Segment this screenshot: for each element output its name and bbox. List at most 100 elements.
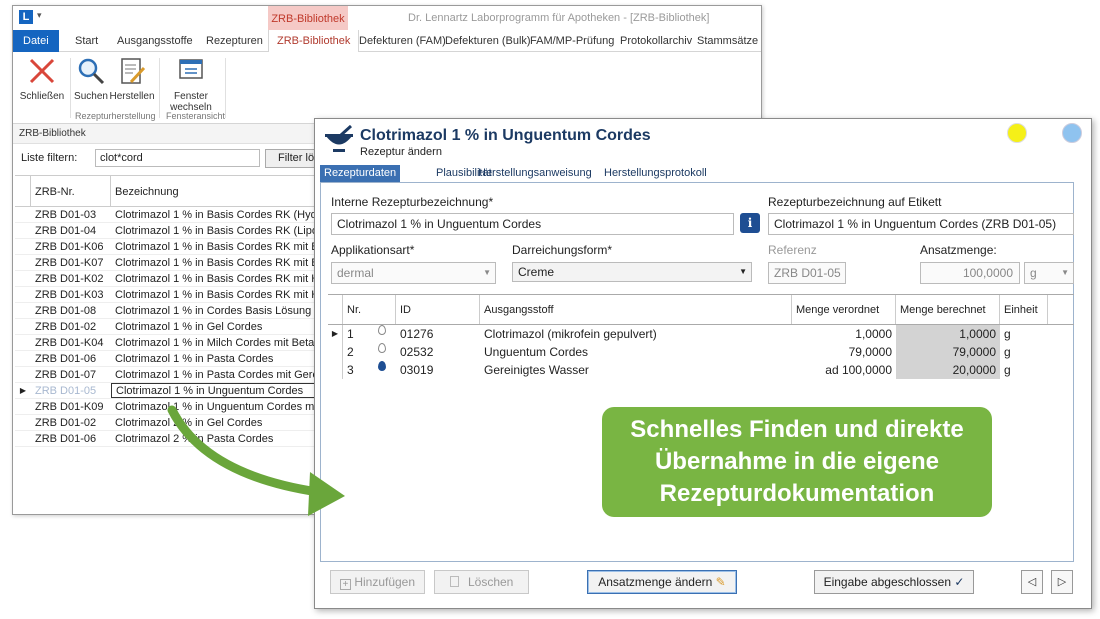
tab-datei[interactable]: Datei <box>13 30 59 52</box>
table-row[interactable]: ZRB D01-06 Clotrimazol 1 % in Pasta Corde… <box>15 351 315 367</box>
ingredient-row[interactable]: ▶ 1 01276 Clotrimazol (mikrofein gepulvert)… <box>328 325 1074 343</box>
tab-herstellungsanweisung[interactable]: Herstellungsanweisung <box>474 165 596 182</box>
search-button-label: Suchen <box>74 91 108 102</box>
table-row[interactable]: ZRB D01-K03 Clotrimazol 1 % in Basis Cord… <box>15 287 315 303</box>
tab-herstellungsprotokoll[interactable]: Herstellungsprotokoll <box>600 165 711 182</box>
menge-verordnet-cell: ad 100,0000 <box>825 363 892 377</box>
status-indicator-yellow[interactable] <box>1007 123 1027 143</box>
interne-bezeichnung-field[interactable]: Clotrimazol 1 % in Unguentum Cordes <box>331 213 734 235</box>
zrb-nr-cell: ZRB D01-K09 <box>35 401 104 413</box>
window-title: Dr. Lennartz Laborprogramm für Apotheken… <box>408 12 710 24</box>
table-row[interactable]: ZRB D01-02 Clotrimazol 2 % in Gel Cordes <box>15 415 315 431</box>
column-header-menge-berechnet[interactable]: Menge berechnet <box>896 295 1000 324</box>
table-row[interactable]: ZRB D01-K09 Clotrimazol 1 % in Unguentum … <box>15 399 315 415</box>
tab-rezepturdaten[interactable]: Rezepturdaten <box>320 165 401 182</box>
delete-button-label: Löschen <box>467 575 514 589</box>
zrb-table-body: ZRB D01-03 Clotrimazol 1 % in Basis Corde… <box>15 207 315 447</box>
plus-icon: + <box>339 579 351 590</box>
feature-callout: Schnelles Finden und direkte Übernahme i… <box>602 407 992 517</box>
change-amount-button[interactable]: Ansatzmenge ändern ✎ <box>587 570 737 594</box>
drop-outline-icon <box>378 325 386 335</box>
table-row[interactable]: ZRB D01-K04 Clotrimazol 1 % in Milch Cord… <box>15 335 315 351</box>
previous-button[interactable]: ◁ <box>1021 570 1043 594</box>
callout-line-2: Übernahme in die eigene <box>654 448 940 475</box>
nr-cell: 3 <box>343 361 396 379</box>
table-row[interactable]: ZRB D01-K06 Clotrimazol 1 % in Basis Cord… <box>15 239 315 255</box>
applikationsart-select[interactable]: dermal ▼ <box>331 262 496 284</box>
next-button[interactable]: ▷ <box>1051 570 1073 594</box>
switch-window-button[interactable]: Fenster wechseln <box>163 56 219 113</box>
chevron-down-icon: ▼ <box>739 267 747 276</box>
bezeichnung-cell: Clotrimazol 1 % in Pasta Cordes <box>115 353 274 365</box>
table-row[interactable]: ▶ ZRB D01-05 Clotrimazol 1 % in Unguentum … <box>15 383 315 399</box>
tab-zrb-bibliothek[interactable]: ZRB-Bibliothek <box>268 30 360 53</box>
tab-rezepturen[interactable]: Rezepturen <box>206 30 263 52</box>
add-button[interactable]: + Hinzufügen <box>330 570 425 594</box>
app-logo-icon: L <box>19 10 33 24</box>
bezeichnung-cell: Clotrimazol 1 % in Unguentum Cordes <box>111 383 315 398</box>
label-etikett: Rezepturbezeichnung auf Etikett <box>768 195 942 209</box>
delete-button[interactable]: Löschen <box>434 570 529 594</box>
bezeichnung-cell: Clotrimazol 1 % in Basis Cordes RK (Lipo… <box>115 225 315 237</box>
tab-stammsaetze[interactable]: Stammsätze <box>697 30 758 52</box>
zrb-nr-cell: ZRB D01-K06 <box>35 241 104 253</box>
bezeichnung-cell: Clotrimazol 1 % in Gel Cordes <box>115 321 263 333</box>
callout-line-1: Schnelles Finden und direkte <box>630 416 964 443</box>
table-row[interactable]: ZRB D01-04 Clotrimazol 1 % in Basis Corde… <box>15 223 315 239</box>
tab-fam-mp-pruefung[interactable]: FAM/MP-Prüfung <box>530 30 614 52</box>
column-header-id[interactable]: ID <box>396 295 480 324</box>
ingredients-grid-body: ▶ 1 01276 Clotrimazol (mikrofein gepulvert)… <box>328 325 1074 379</box>
close-icon <box>29 58 55 84</box>
table-row[interactable]: ZRB D01-02 Clotrimazol 1 % in Gel Cordes <box>15 319 315 335</box>
tab-ausgangsstoffe[interactable]: Ausgangsstoffe <box>117 30 193 52</box>
etikett-field[interactable]: Clotrimazol 1 % in Unguentum Cordes (ZRB… <box>768 213 1074 235</box>
tab-defekturen-fam[interactable]: Defekturen (FAM) <box>359 30 446 52</box>
done-button[interactable]: Eingabe abgeschlossen ✓ <box>814 570 974 594</box>
table-row[interactable]: ZRB D01-K07 Clotrimazol 1 % in Basis Cord… <box>15 255 315 271</box>
tab-protokollarchiv[interactable]: Protokollarchiv <box>620 30 692 52</box>
info-icon[interactable]: i <box>740 213 760 233</box>
row-marker <box>328 361 343 379</box>
zrb-nr-cell: ZRB D01-03 <box>35 209 97 221</box>
label-ansatzmenge: Ansatzmenge: <box>920 243 997 257</box>
ingredient-row[interactable]: 3 03019 Gereinigtes Wasser ad 100,0000 20,00… <box>328 361 1074 379</box>
column-header-einheit[interactable]: Einheit <box>1000 295 1048 324</box>
table-row[interactable]: ZRB D01-06 Clotrimazol 2 % in Pasta Corde… <box>15 431 315 447</box>
darreichungsform-select[interactable]: Creme ▼ <box>512 262 752 282</box>
column-header-menge-verordnet[interactable]: Menge verordnet <box>792 295 896 324</box>
row-marker <box>15 207 31 222</box>
table-row[interactable]: ZRB D01-07 Clotrimazol 1 % in Pasta Corde… <box>15 367 315 383</box>
ribbon-separator <box>159 58 160 118</box>
table-row[interactable]: ZRB D01-K02 Clotrimazol 1 % in Basis Cord… <box>15 271 315 287</box>
column-header-bezeichnung[interactable]: Bezeichnung <box>111 176 315 206</box>
ribbon: Schließen Suchen Herstellen Rezepturhers… <box>13 52 761 124</box>
table-row[interactable]: ZRB D01-03 Clotrimazol 1 % in Basis Corde… <box>15 207 315 223</box>
row-marker <box>15 223 31 238</box>
bezeichnung-cell: Clotrimazol 1 % in Milch Cordes mit Beta… <box>115 337 315 349</box>
close-button[interactable]: Schließen <box>19 56 65 102</box>
filter-input[interactable]: clot*cord <box>95 149 260 167</box>
chevron-right-icon: ▷ <box>1057 576 1067 588</box>
quick-access-dropdown-icon[interactable]: ▾ <box>37 10 42 21</box>
bezeichnung-cell: Clotrimazol 1 % in Cordes Basis Lösung <box>115 305 312 317</box>
window-titlebar: L ▾ ZRB-Bibliothek Dr. Lennartz Laborpro… <box>13 6 761 30</box>
search-button[interactable]: Suchen <box>73 56 109 102</box>
tab-defekturen-bulk[interactable]: Defekturen (Bulk) <box>445 30 531 52</box>
bezeichnung-cell: Clotrimazol 1 % in Basis Cordes RK mit B… <box>115 241 315 253</box>
drop-outline-icon <box>378 343 386 353</box>
nr-value: 1 <box>347 327 354 341</box>
status-indicator-blue[interactable] <box>1062 123 1082 143</box>
column-header-ausgangsstoff[interactable]: Ausgangsstoff <box>480 295 792 324</box>
produce-button[interactable]: Herstellen <box>109 56 155 102</box>
einheit-cell: g <box>1004 327 1011 341</box>
ingredient-row[interactable]: 2 02532 Unguentum Cordes 79,0000 79,0000 g <box>328 343 1074 361</box>
table-row[interactable]: ZRB D01-08 Clotrimazol 1 % in Cordes Basi… <box>15 303 315 319</box>
zrb-nr-cell: ZRB D01-K03 <box>35 289 104 301</box>
id-cell: 02532 <box>400 345 434 359</box>
bezeichnung-cell: Clotrimazol 2 % in Gel Cordes <box>115 417 263 429</box>
dialog-header: Clotrimazol 1 % in Unguentum Cordes Reze… <box>315 119 1091 163</box>
tab-start[interactable]: Start <box>75 30 98 52</box>
column-header-nr[interactable]: Nr. <box>343 295 396 324</box>
unit-value: g <box>1030 266 1037 280</box>
column-header-zrb-nr[interactable]: ZRB-Nr. <box>31 176 111 206</box>
